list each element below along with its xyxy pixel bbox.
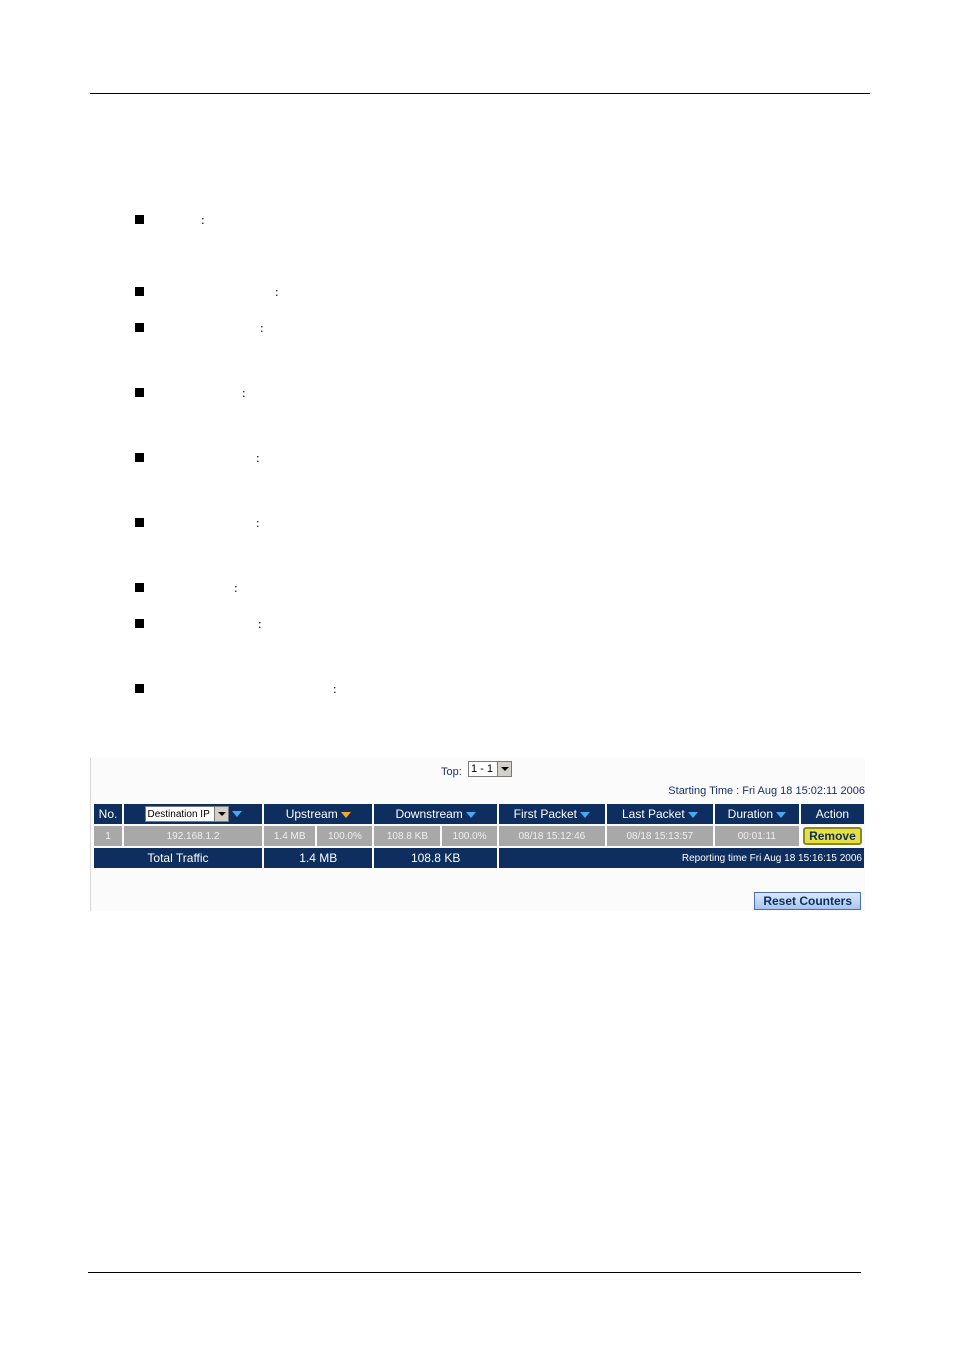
bullet-separator: :: [260, 320, 264, 335]
bullet-icon: [135, 684, 144, 693]
traffic-table: No. Destination IP Upstream Downstream F…: [92, 802, 866, 870]
cell-upstream-percent: 100.0%: [317, 826, 373, 846]
destination-select[interactable]: Destination IP: [144, 806, 229, 822]
total-row: Total Traffic 1.4 MB 108.8 KB Reporting …: [94, 848, 864, 868]
bullet-icon: [135, 619, 144, 628]
reset-counters-button[interactable]: Reset Counters: [754, 892, 861, 910]
cell-upstream: 1.4 MB: [264, 826, 316, 846]
cell-last-packet: 08/18 15:13:57: [606, 826, 713, 846]
header-duration[interactable]: Duration: [714, 804, 799, 824]
header-rule: [90, 93, 870, 94]
header-no: No.: [94, 804, 122, 824]
bullet-icon: [135, 453, 144, 462]
traffic-statistics-panel: Top: 1 - 1 Starting Time : Fri Aug 18 15…: [90, 758, 865, 911]
cell-no: 1: [94, 826, 122, 846]
footer-rule: [88, 1272, 861, 1273]
cell-first-packet: 08/18 15:12:46: [498, 826, 605, 846]
chevron-down-icon[interactable]: [213, 807, 228, 821]
sort-arrow-icon[interactable]: [687, 811, 698, 818]
bullet-separator: :: [234, 580, 238, 595]
header-downstream-label: Downstream: [395, 807, 463, 821]
total-label: Total Traffic: [94, 848, 262, 868]
cell-downstream: 108.8 KB: [374, 826, 441, 846]
cell-duration: 00:01:11: [714, 826, 799, 846]
sort-arrow-active-icon[interactable]: [340, 811, 351, 818]
header-destination: Destination IP: [124, 804, 262, 824]
header-last-packet[interactable]: Last Packet: [606, 804, 713, 824]
cell-downstream-percent: 100.0%: [442, 826, 497, 846]
bullet-icon: [135, 287, 144, 296]
header-upstream-label: Upstream: [285, 807, 338, 821]
bullet-separator: :: [256, 515, 260, 530]
reporting-time: Reporting time Fri Aug 18 15:16:15 2006: [498, 848, 864, 868]
top-select[interactable]: 1 - 1: [468, 761, 512, 777]
chevron-down-icon[interactable]: [497, 762, 511, 776]
bullet-icon: [135, 215, 144, 224]
bullet-separator: :: [258, 616, 262, 631]
top-label: Top:: [441, 766, 462, 778]
sort-arrow-icon[interactable]: [465, 811, 476, 818]
bullet-separator: :: [333, 681, 337, 696]
bullet-icon: [135, 583, 144, 592]
sort-arrow-icon[interactable]: [580, 811, 591, 818]
header-first-packet-label: First Packet: [513, 807, 578, 821]
bullet-separator: :: [201, 212, 205, 227]
starting-time: Starting Time : Fri Aug 18 15:02:11 2006: [668, 785, 865, 797]
bullet-separator: :: [275, 284, 279, 299]
table-row: 1 192.168.1.2 1.4 MB 100.0% 108.8 KB 100…: [94, 826, 864, 846]
cell-action: Remove: [800, 826, 864, 846]
header-duration-label: Duration: [727, 807, 774, 821]
total-upstream: 1.4 MB: [264, 848, 373, 868]
total-downstream: 108.8 KB: [374, 848, 497, 868]
header-upstream[interactable]: Upstream: [264, 804, 373, 824]
sort-arrow-icon[interactable]: [776, 811, 787, 818]
table-header-row: No. Destination IP Upstream Downstream F…: [94, 804, 864, 824]
bullet-separator: :: [242, 385, 246, 400]
destination-select-value: Destination IP: [147, 809, 210, 820]
header-downstream[interactable]: Downstream: [374, 804, 497, 824]
header-first-packet[interactable]: First Packet: [498, 804, 605, 824]
sort-arrow-icon[interactable]: [231, 811, 242, 817]
bullet-icon: [135, 323, 144, 332]
top-select-value: 1 - 1: [471, 763, 494, 775]
header-last-packet-label: Last Packet: [621, 807, 685, 821]
bullet-separator: :: [256, 450, 260, 465]
remove-button[interactable]: Remove: [803, 827, 862, 845]
bullet-icon: [135, 518, 144, 527]
cell-ip: 192.168.1.2: [124, 826, 262, 846]
bullet-icon: [135, 388, 144, 397]
header-action: Action: [800, 804, 864, 824]
